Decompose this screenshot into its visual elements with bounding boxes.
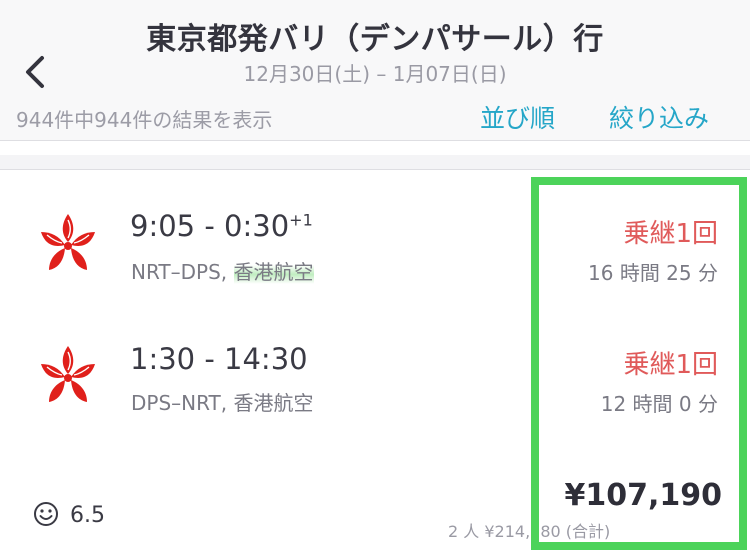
page-title: 東京都発バリ（デンパサール）行	[146, 22, 604, 57]
leg-route: DPS–NRT, 香港航空	[131, 387, 314, 416]
airline-logo-icon	[41, 214, 95, 270]
route-code: DPS–NRT,	[131, 391, 228, 415]
sort-button[interactable]: 並び順	[480, 99, 555, 135]
duration-label: 16 時間 25 分	[588, 261, 718, 285]
leg-times: 9:05 - 0:30+1	[130, 209, 313, 243]
result-count: 944件中944件の結果を表示	[16, 108, 273, 132]
filter-button[interactable]: 絞り込み	[609, 99, 709, 135]
stops-label: 乗継1回	[623, 219, 718, 249]
stops-label: 乗継1回	[623, 350, 718, 380]
top-bar: 東京都発バリ（デンパサール）行 12月30日(土) – 1月07日(日) 944…	[0, 0, 750, 141]
airline-logo-icon	[41, 346, 95, 402]
day-offset: +1	[289, 210, 313, 230]
price-breakdown: 2 人 ¥214,380 (合計)	[448, 522, 611, 541]
date-range: 12月30日(土) – 1月07日(日)	[243, 62, 507, 86]
leg-time-range: 1:30 - 14:30	[130, 342, 308, 376]
leg-times: 1:30 - 14:30	[130, 342, 308, 376]
route-code: NRT–DPS,	[131, 260, 228, 284]
airline-name: 香港航空	[233, 260, 314, 284]
rating-score: 6.5	[70, 503, 105, 528]
smiley-face-icon	[34, 502, 58, 526]
leg-time-range: 9:05 - 0:30	[130, 209, 290, 243]
separator	[0, 141, 750, 170]
leg-route: NRT–DPS, 香港航空	[131, 256, 314, 285]
airline-name: 香港航空	[233, 391, 314, 415]
total-price: ¥107,190	[564, 478, 722, 513]
duration-label: 12 時間 0 分	[600, 392, 718, 416]
